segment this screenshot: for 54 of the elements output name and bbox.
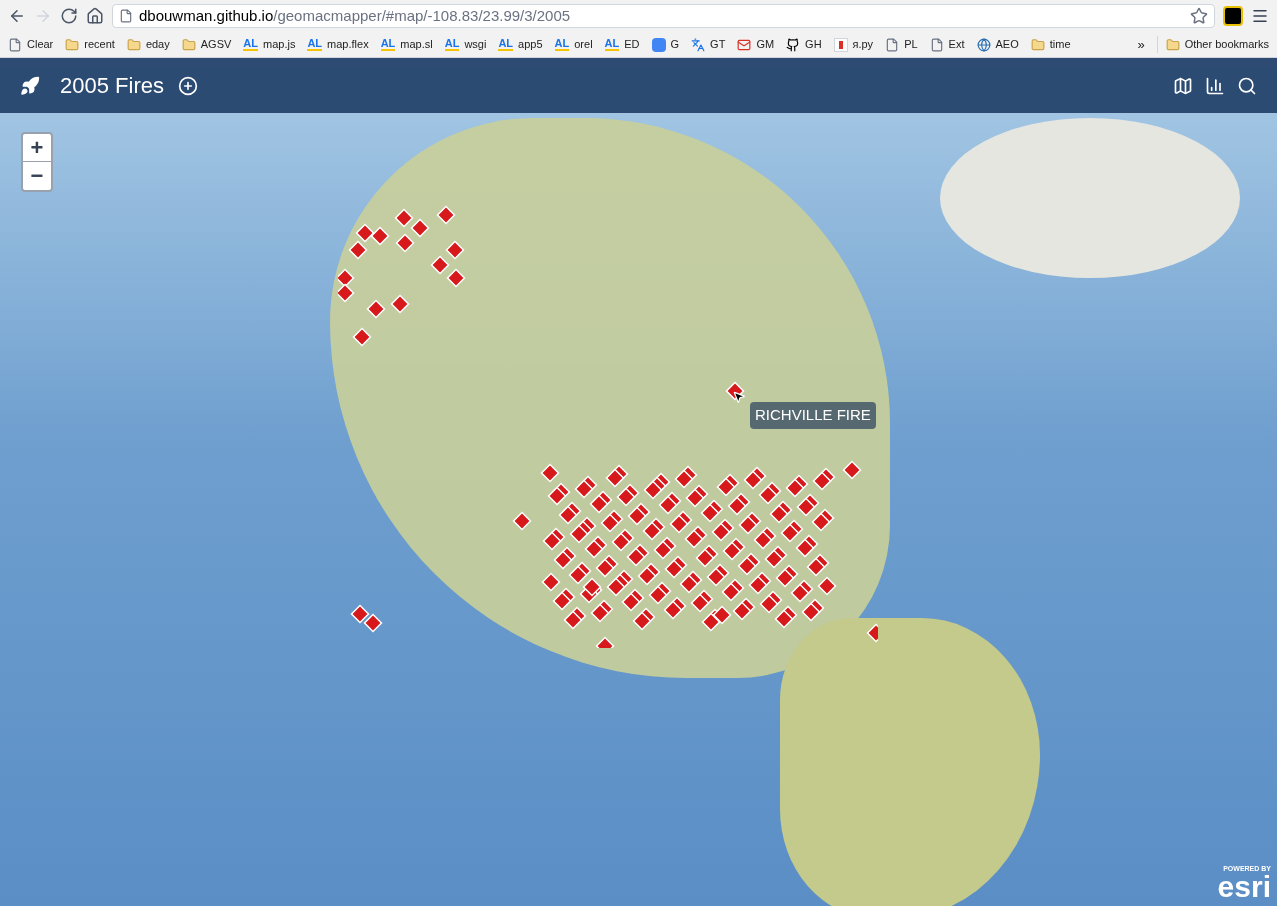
folder-icon xyxy=(65,37,80,52)
github-icon xyxy=(786,37,801,52)
bookmark-item[interactable]: AEO xyxy=(976,36,1019,53)
bookmark-item[interactable]: Ext xyxy=(929,36,965,53)
url-text: dbouwman.github.io/geomacmapper/#map/-108.83/23.99/3/2005 xyxy=(139,5,571,26)
google-icon xyxy=(651,37,666,52)
bookmark-item[interactable]: AL map.flex xyxy=(307,36,369,53)
menu-icon[interactable] xyxy=(1251,7,1269,25)
page-icon xyxy=(929,37,944,52)
bookmark-item[interactable]: AL map.sl xyxy=(380,36,433,53)
chart-button[interactable] xyxy=(1205,75,1225,96)
extension-icon[interactable] xyxy=(1223,6,1243,26)
page-icon xyxy=(119,9,133,23)
bookmark-item[interactable]: time xyxy=(1030,36,1071,53)
app-title: 2005 Fires xyxy=(60,72,164,100)
globe-icon xyxy=(976,37,991,52)
bookmark-star-icon[interactable] xyxy=(1190,7,1208,25)
address-bar[interactable]: dbouwman.github.io/geomacmapper/#map/-108.83/23.99/3/2005 xyxy=(112,4,1215,28)
home-button[interactable] xyxy=(86,7,104,25)
bookmark-item[interactable]: PL xyxy=(885,36,918,53)
search-button[interactable] xyxy=(1237,75,1257,96)
bookmark-item[interactable]: AL orel xyxy=(554,36,593,53)
bookmark-item[interactable]: AL app5 xyxy=(498,36,543,53)
bookmark-item[interactable]: recent xyxy=(65,36,115,53)
back-button[interactable] xyxy=(8,7,26,25)
map-button[interactable] xyxy=(1173,75,1193,96)
other-bookmarks-item[interactable]: Other bookmarks xyxy=(1156,36,1269,53)
folder-icon xyxy=(181,37,196,52)
rocket-icon[interactable] xyxy=(20,75,40,96)
zoom-in-button[interactable]: + xyxy=(23,134,51,162)
bookmark-item[interactable]: GH xyxy=(786,36,822,53)
translate-icon xyxy=(691,37,706,52)
bookmark-item[interactable]: AL ED xyxy=(604,36,640,53)
page-icon xyxy=(885,37,900,52)
bookmark-item[interactable]: AL wsgi xyxy=(444,36,487,53)
cursor-icon xyxy=(732,390,746,404)
bookmark-item[interactable]: GM xyxy=(737,36,775,53)
folder-icon xyxy=(1030,37,1045,52)
bookmark-item[interactable]: я.ру xyxy=(833,36,874,53)
add-icon[interactable] xyxy=(177,75,198,96)
bookmark-item[interactable]: G xyxy=(651,36,680,53)
bookmark-item[interactable]: eday xyxy=(126,36,170,53)
more-bookmarks-button[interactable]: » xyxy=(1137,34,1145,55)
reload-button[interactable] xyxy=(60,7,78,25)
folder-icon xyxy=(1165,37,1180,52)
zoom-out-button[interactable]: − xyxy=(23,162,51,190)
fire-tooltip: RICHVILLE FIRE xyxy=(750,402,876,429)
mail-icon xyxy=(737,37,752,52)
bookmark-item[interactable]: Clear xyxy=(8,36,54,53)
folder-icon xyxy=(126,37,141,52)
bookmark-item[interactable]: GT xyxy=(691,36,726,53)
page-icon xyxy=(8,37,22,52)
bookmark-item[interactable]: AGSV xyxy=(181,36,232,53)
bookmark-item[interactable]: AL map.js xyxy=(243,36,296,53)
